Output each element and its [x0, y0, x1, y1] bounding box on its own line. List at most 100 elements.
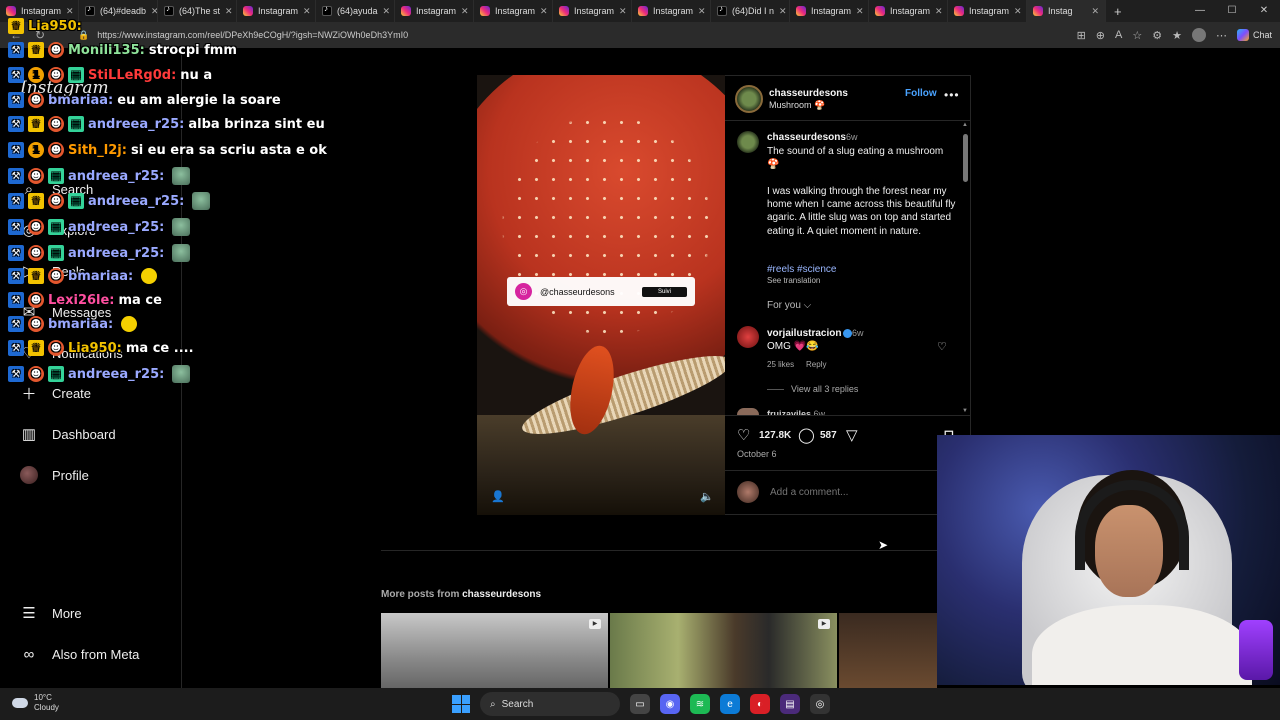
favorites-icon[interactable]: ★ — [1172, 29, 1182, 42]
pepe-emote-icon — [172, 365, 191, 383]
comment-reply-button[interactable]: Reply — [806, 360, 826, 369]
close-tab-icon[interactable]: ✕ — [151, 6, 157, 17]
weather-widget[interactable]: 10°C Cloudy — [12, 693, 59, 713]
browser-tab[interactable]: (64)The st ✕ — [158, 0, 237, 22]
browser-tab[interactable]: Instagram ✕ — [474, 0, 553, 22]
author-avatar[interactable] — [735, 85, 763, 113]
close-window-icon[interactable]: ✕ — [1248, 0, 1280, 22]
close-tab-icon[interactable]: ✕ — [66, 6, 74, 17]
scroll-up-icon[interactable]: ▲ — [962, 122, 968, 128]
close-tab-icon[interactable]: ✕ — [383, 6, 391, 17]
like-heart-icon[interactable]: ♡ — [737, 426, 750, 444]
close-tab-icon[interactable]: ✕ — [303, 6, 311, 17]
taskbar-search[interactable]: ⌕ Search — [480, 692, 620, 716]
instagram-icon — [401, 6, 411, 16]
browser-tab[interactable]: Instagram ✕ — [948, 0, 1027, 22]
browser-tab[interactable]: (64)Did I n ✕ — [711, 0, 790, 22]
browser-tab[interactable]: Instagram ✕ — [869, 0, 948, 22]
windows-start-icon[interactable] — [452, 695, 470, 713]
spotify-icon[interactable]: ≋ — [690, 694, 710, 714]
obs-icon[interactable]: ◎ — [810, 694, 830, 714]
edge-icon[interactable]: e — [720, 694, 740, 714]
comment-likes[interactable]: 25 likes — [767, 360, 794, 369]
more-posts-user-link[interactable]: chasseurdesons — [462, 589, 541, 600]
close-tab-icon[interactable]: ✕ — [540, 6, 548, 17]
see-translation-link[interactable]: See translation — [767, 276, 820, 285]
browser-tab[interactable]: Instagram ✕ — [237, 0, 316, 22]
new-tab-icon[interactable]: + — [1106, 4, 1130, 19]
instagram-icon — [6, 6, 16, 16]
more-options-icon[interactable]: ••• — [944, 88, 960, 102]
minimize-icon[interactable]: — — [1184, 0, 1216, 22]
tab-label: Instagram — [258, 6, 299, 16]
close-tab-icon[interactable]: ✕ — [1091, 6, 1099, 17]
favorite-star-icon[interactable]: ☆ — [1132, 29, 1142, 42]
volume-icon[interactable]: 🔈 — [700, 490, 714, 503]
add-comment-input[interactable] — [770, 487, 920, 498]
scroll-down-icon[interactable]: ▼ — [962, 408, 968, 414]
discord-icon[interactable]: ◉ — [660, 694, 680, 714]
close-tab-icon[interactable]: ✕ — [1014, 6, 1022, 17]
sidebar-item-profile[interactable]: Profile — [20, 466, 89, 484]
comment2-avatar[interactable] — [737, 408, 759, 415]
comment-avatar[interactable] — [737, 326, 759, 348]
comment-username[interactable]: vorjailustracion — [767, 328, 853, 339]
pin-badge-icon: ⚒ — [8, 42, 24, 58]
post-thumbnail[interactable] — [610, 613, 837, 688]
scroll-thumb[interactable] — [963, 134, 968, 182]
post-thumbnail[interactable] — [381, 613, 608, 688]
copilot-chat-button[interactable]: Chat — [1236, 29, 1272, 41]
caption-avatar[interactable] — [737, 131, 759, 153]
close-tab-icon[interactable]: ✕ — [698, 6, 706, 17]
read-aloud-icon[interactable]: A — [1115, 29, 1122, 41]
zoom-icon[interactable]: ⊕ — [1096, 29, 1105, 42]
avatar-badge-icon: ☻ — [28, 316, 44, 332]
hashtags-link[interactable]: #reels #science — [767, 264, 836, 275]
tab-label: Instagram — [653, 6, 694, 16]
browser-tab[interactable]: Instagram ✕ — [553, 0, 632, 22]
maximize-icon[interactable]: ☐ — [1216, 0, 1248, 22]
weather-condition: Cloudy — [34, 703, 59, 712]
apps-icon[interactable]: ⊞ — [1077, 29, 1086, 42]
sidebar-item-more[interactable]: ☰ More — [20, 604, 81, 622]
browser-tab[interactable]: Instag ✕ — [1027, 0, 1106, 22]
close-tab-icon[interactable]: ✕ — [461, 6, 469, 17]
url-field[interactable]: https://www.instagram.com/reel/DPeXh9eCO… — [97, 30, 408, 40]
follow-tag-button: Suivi — [641, 286, 687, 297]
comments-scrollbar[interactable]: ▲ ▼ — [961, 122, 969, 414]
follow-button[interactable]: Follow — [905, 88, 937, 99]
close-tab-icon[interactable]: ✕ — [619, 6, 627, 17]
taskbar-apps: ⌕ Search ▭ ◉ ≋ e ◐ ▤ ◎ — [452, 692, 830, 716]
sidebar-item-dashboard[interactable]: ▥ Dashboard — [20, 425, 116, 443]
comment-icon[interactable]: ◯ — [798, 426, 815, 444]
browser-tab[interactable]: (64)#deadb ✕ — [79, 0, 158, 22]
menu-icon: ☰ — [22, 605, 36, 622]
post-thumbnail[interactable] — [839, 613, 937, 688]
sidebar-item-create[interactable]: ＋ Create — [20, 384, 91, 403]
close-tab-icon[interactable]: ✕ — [935, 6, 943, 17]
browser-tab[interactable]: (64)ayuda ✕ — [316, 0, 395, 22]
likes-count[interactable]: 127.8K — [759, 430, 791, 441]
comment-sort-dropdown[interactable]: For you ⌵ — [767, 300, 811, 311]
extensions-icon[interactable]: ⚙ — [1152, 29, 1162, 42]
streaming-app-icon[interactable]: ▤ — [780, 694, 800, 714]
close-tab-icon[interactable]: ✕ — [779, 6, 787, 17]
share-icon[interactable]: ▽ — [846, 426, 858, 444]
close-tab-icon[interactable]: ✕ — [225, 6, 233, 17]
browser-tab[interactable]: Instagram ✕ — [395, 0, 474, 22]
tagged-users-icon[interactable]: 👤 — [491, 490, 505, 503]
author-username[interactable]: chasseurdesons — [769, 88, 848, 99]
view-replies-link[interactable]: View all 3 replies — [791, 384, 858, 394]
browser-menu-icon[interactable]: ⋯ — [1216, 29, 1227, 42]
caption-username[interactable]: chasseurdesons — [767, 132, 846, 143]
browser-tab[interactable]: Instagram ✕ — [632, 0, 711, 22]
caption-text: The sound of a slug eating a mushroom 🍄 … — [767, 146, 956, 237]
audio-subtitle[interactable]: Mushroom 🍄 — [769, 100, 825, 111]
comment-like-heart-icon[interactable]: ♡ — [937, 340, 947, 353]
app-icon[interactable]: ◐ — [750, 694, 770, 714]
file-explorer-icon[interactable]: ▭ — [630, 694, 650, 714]
browser-profile-avatar[interactable] — [1191, 28, 1206, 42]
close-tab-icon[interactable]: ✕ — [856, 6, 864, 17]
sidebar-item-also-from-meta[interactable]: ∞ Also from Meta — [20, 645, 140, 663]
browser-tab[interactable]: Instagram ✕ — [790, 0, 869, 22]
